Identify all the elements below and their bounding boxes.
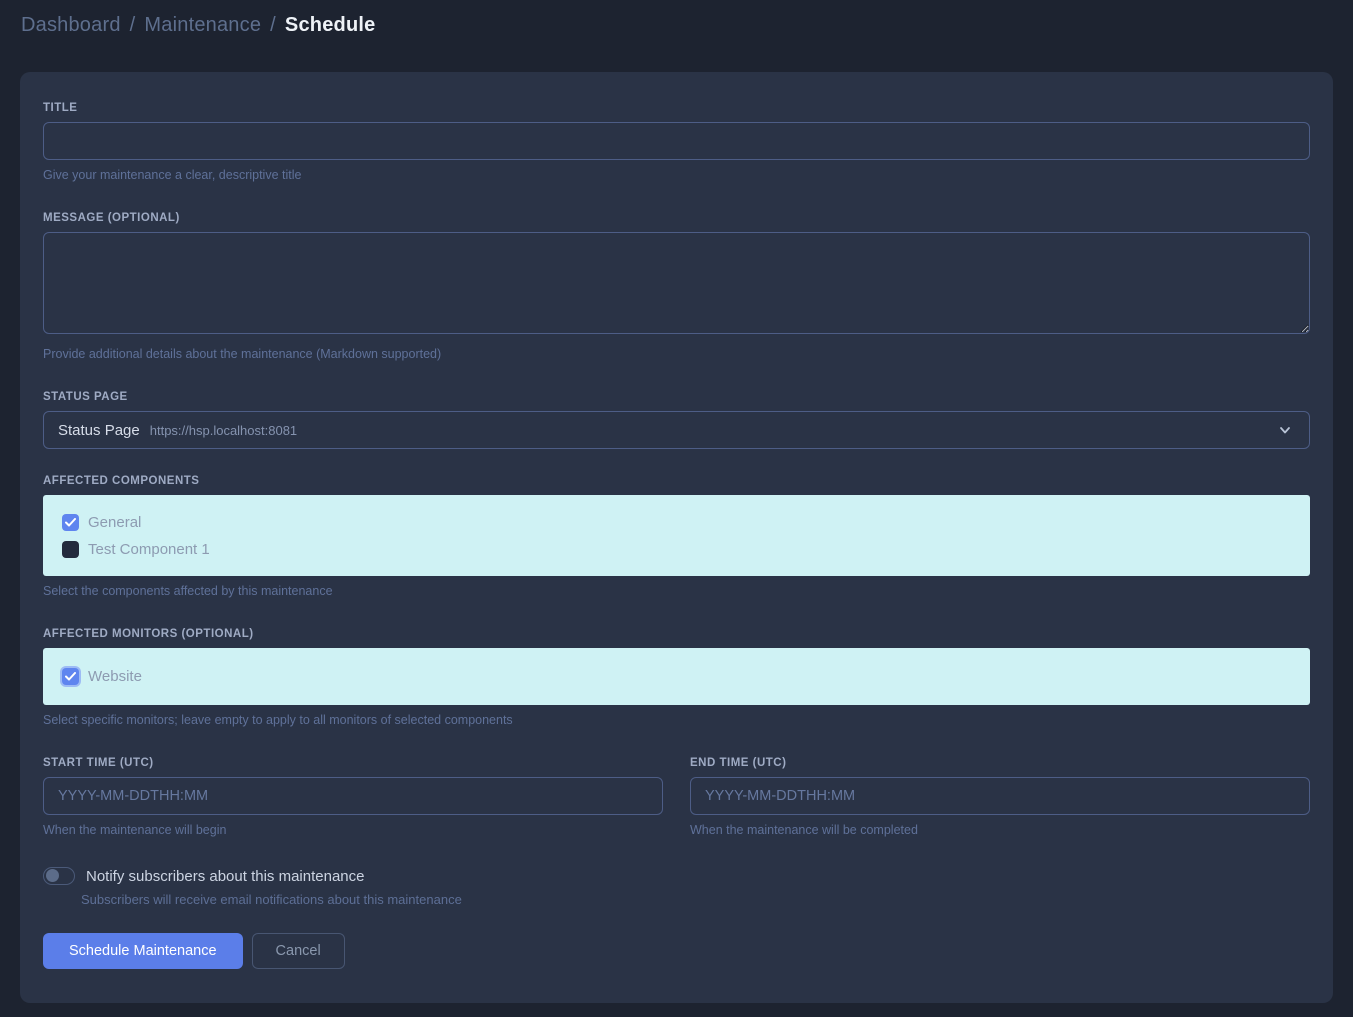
breadcrumb: Dashboard / Maintenance / Schedule (21, 14, 375, 37)
component-option-label: Test Component 1 (88, 541, 210, 558)
affected-components-box: General Test Component 1 (43, 495, 1310, 576)
notify-label: Notify subscribers about this maintenanc… (86, 868, 364, 885)
message-helper: Provide additional details about the mai… (43, 347, 1310, 361)
affected-monitors-label: AFFECTED MONITORS (OPTIONAL) (43, 628, 1310, 640)
start-time-helper: When the maintenance will begin (43, 823, 663, 837)
affected-components-label: AFFECTED COMPONENTS (43, 475, 1310, 487)
title-field-group: TITLE Give your maintenance a clear, des… (43, 102, 1310, 182)
status-page-field-group: STATUS PAGE Status Page https://hsp.loca… (43, 391, 1310, 449)
component-option-label: General (88, 514, 141, 531)
message-textarea[interactable] (43, 232, 1310, 334)
topbar: Dashboard / Maintenance / Schedule (0, 0, 1353, 50)
notify-subscribers-group: Notify subscribers about this maintenanc… (43, 867, 1310, 907)
message-label: MESSAGE (OPTIONAL) (43, 212, 1310, 224)
breadcrumb-schedule: Schedule (285, 14, 376, 37)
notify-toggle[interactable] (43, 867, 75, 885)
end-time-field-group: END TIME (UTC) When the maintenance will… (690, 757, 1310, 837)
component-option-test-component-1[interactable]: Test Component 1 (62, 537, 1291, 562)
status-page-select[interactable]: Status Page https://hsp.localhost:8081 (43, 411, 1310, 449)
status-page-label: STATUS PAGE (43, 391, 1310, 403)
chevron-down-icon (1277, 422, 1293, 438)
start-time-label: START TIME (UTC) (43, 757, 663, 769)
checkbox-unchecked-icon[interactable] (62, 541, 79, 558)
end-time-label: END TIME (UTC) (690, 757, 1310, 769)
monitor-option-label: Website (88, 668, 142, 685)
title-helper: Give your maintenance a clear, descripti… (43, 168, 1310, 182)
affected-monitors-field-group: AFFECTED MONITORS (OPTIONAL) Website Sel… (43, 628, 1310, 727)
status-page-selected-url: https://hsp.localhost:8081 (150, 423, 297, 438)
title-input[interactable] (43, 122, 1310, 160)
status-page-selected-name: Status Page (58, 422, 140, 439)
affected-monitors-helper: Select specific monitors; leave empty to… (43, 713, 1310, 727)
cancel-button[interactable]: Cancel (252, 933, 345, 969)
component-option-general[interactable]: General (62, 510, 1291, 535)
end-time-input[interactable] (690, 777, 1310, 815)
breadcrumb-dashboard[interactable]: Dashboard (21, 14, 121, 37)
monitor-option-website[interactable]: Website (62, 664, 1291, 689)
start-time-input[interactable] (43, 777, 663, 815)
affected-components-field-group: AFFECTED COMPONENTS General Test Compone… (43, 475, 1310, 598)
schedule-maintenance-button[interactable]: Schedule Maintenance (43, 933, 243, 969)
checkbox-checked-icon[interactable] (62, 514, 79, 531)
notify-helper: Subscribers will receive email notificat… (81, 892, 1310, 907)
title-label: TITLE (43, 102, 1310, 114)
breadcrumb-separator: / (130, 14, 136, 37)
form-actions: Schedule Maintenance Cancel (43, 933, 1310, 969)
end-time-helper: When the maintenance will be completed (690, 823, 1310, 837)
breadcrumb-separator: / (270, 14, 276, 37)
breadcrumb-maintenance[interactable]: Maintenance (144, 14, 261, 37)
notify-toggle-row: Notify subscribers about this maintenanc… (43, 867, 1310, 885)
schedule-maintenance-form-card: TITLE Give your maintenance a clear, des… (20, 72, 1333, 1003)
checkbox-checked-icon[interactable] (62, 668, 79, 685)
affected-components-helper: Select the components affected by this m… (43, 584, 1310, 598)
message-field-group: MESSAGE (OPTIONAL) Provide additional de… (43, 212, 1310, 361)
time-fields-row: START TIME (UTC) When the maintenance wi… (43, 757, 1310, 837)
toggle-knob (46, 869, 59, 882)
affected-monitors-box: Website (43, 648, 1310, 705)
start-time-field-group: START TIME (UTC) When the maintenance wi… (43, 757, 663, 837)
